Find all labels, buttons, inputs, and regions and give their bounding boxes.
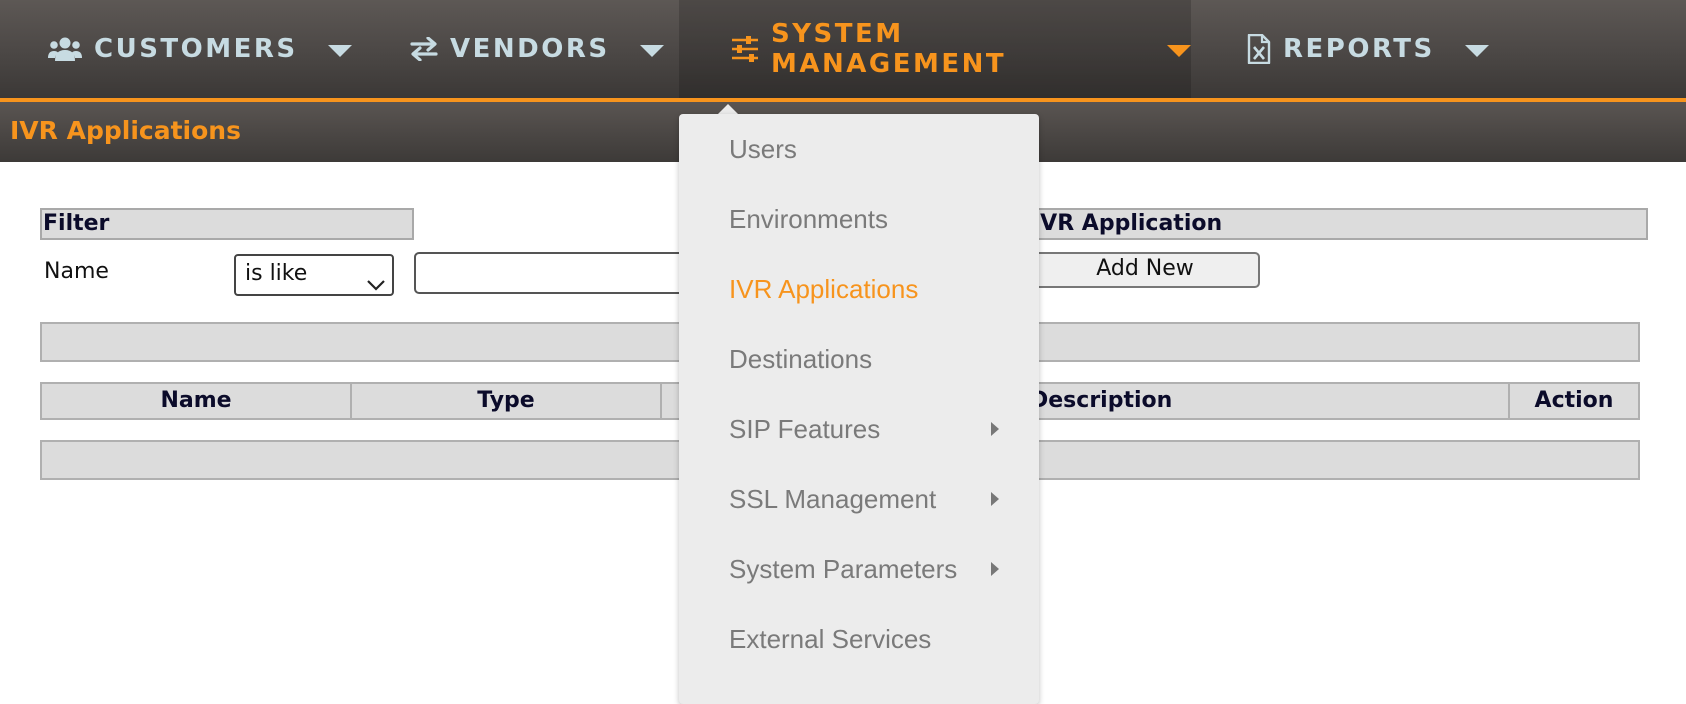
column-header-type[interactable]: Type [350, 382, 662, 420]
filter-operator-select[interactable]: is like [234, 254, 394, 296]
nav-reports-label: REPORTS [1283, 34, 1435, 64]
filter-operator-value: is like [245, 261, 308, 286]
submenu-arrow-icon [991, 492, 999, 506]
menu-item-label: Users [729, 134, 797, 164]
menu-item-label: IVR Applications [729, 274, 919, 304]
menu-item-environments[interactable]: Environments [729, 199, 1019, 239]
top-navigation-bar: CUSTOMERS VENDORS SYSTEM MANAGEMENT REPO… [0, 0, 1686, 102]
filter-header: Filter [40, 208, 414, 240]
filter-name-input[interactable] [414, 252, 704, 294]
menu-item-ivr-applications[interactable]: IVR Applications [729, 269, 1019, 309]
menu-item-label: Destinations [729, 344, 873, 374]
menu-item-label: External Services [729, 624, 932, 654]
chevron-down-icon [366, 268, 386, 304]
menu-item-ssl-management[interactable]: SSL Management [729, 479, 1019, 519]
chevron-down-icon [639, 45, 664, 57]
sliders-icon [731, 36, 759, 62]
nav-vendors[interactable]: VENDORS [410, 0, 670, 98]
exchange-arrows-icon [410, 37, 438, 61]
nav-vendors-label: VENDORS [450, 34, 610, 64]
menu-item-system-parameters[interactable]: System Parameters [729, 549, 1019, 589]
menu-item-destinations[interactable]: Destinations [729, 339, 1019, 379]
menu-item-label: SIP Features [729, 414, 881, 444]
submenu-arrow-icon [991, 422, 999, 436]
system-management-dropdown: Users Environments IVR Applications Dest… [679, 114, 1039, 704]
menu-item-users[interactable]: Users [729, 129, 1019, 169]
column-header-name[interactable]: Name [40, 382, 352, 420]
nav-reports[interactable]: REPORTS [1247, 0, 1537, 98]
menu-item-label: SSL Management [729, 484, 937, 514]
excel-file-icon [1247, 34, 1271, 64]
users-icon [48, 36, 82, 62]
submenu-arrow-icon [991, 562, 999, 576]
nav-system-management[interactable]: SYSTEM MANAGEMENT [679, 0, 1191, 98]
menu-item-label: Environments [729, 204, 888, 234]
ivr-application-header: IVR Application [1000, 208, 1648, 240]
chevron-down-icon [1464, 45, 1489, 57]
page-title: IVR Applications [10, 116, 241, 145]
menu-item-sip-features[interactable]: SIP Features [729, 409, 1019, 449]
nav-customers-label: CUSTOMERS [94, 34, 298, 64]
chevron-down-icon [1167, 45, 1191, 57]
menu-item-label: System Parameters [729, 554, 958, 584]
dropdown-pointer [718, 104, 738, 114]
filter-name-label: Name [44, 259, 109, 284]
nav-customers[interactable]: CUSTOMERS [48, 0, 368, 98]
nav-system-management-label: SYSTEM MANAGEMENT [771, 19, 1007, 79]
menu-item-external-services[interactable]: External Services [729, 619, 1019, 659]
chevron-down-icon [327, 45, 352, 57]
add-new-button[interactable]: Add New [1000, 252, 1260, 288]
column-header-action[interactable]: Action [1508, 382, 1640, 420]
